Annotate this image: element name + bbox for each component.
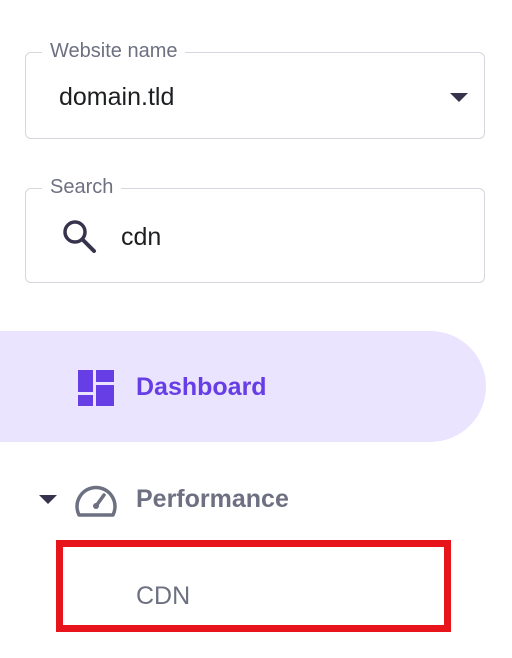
sidebar-subitem-label: CDN — [136, 582, 191, 610]
search-value: cdn — [121, 223, 162, 251]
chevron-down-icon[interactable] — [450, 93, 468, 102]
search-input[interactable]: Search cdn — [25, 175, 485, 283]
sidebar-item-dashboard[interactable]: Dashboard — [0, 331, 486, 442]
search-icon — [63, 220, 96, 253]
website-name-value: domain.tld — [59, 83, 175, 111]
sidebar-item-label: Dashboard — [136, 373, 267, 401]
website-name-label: Website name — [42, 39, 186, 63]
sidebar-subitem-cdn[interactable] — [56, 540, 451, 632]
caret-down-icon[interactable] — [39, 495, 57, 504]
website-name-select[interactable]: Website name domain.tld — [25, 39, 485, 139]
dashboard-icon — [78, 370, 114, 406]
search-label: Search — [42, 175, 122, 199]
sidebar-item-label: Performance — [136, 485, 289, 513]
sidebar-item-performance[interactable]: Performance — [0, 470, 486, 530]
speedometer-icon — [75, 485, 117, 517]
